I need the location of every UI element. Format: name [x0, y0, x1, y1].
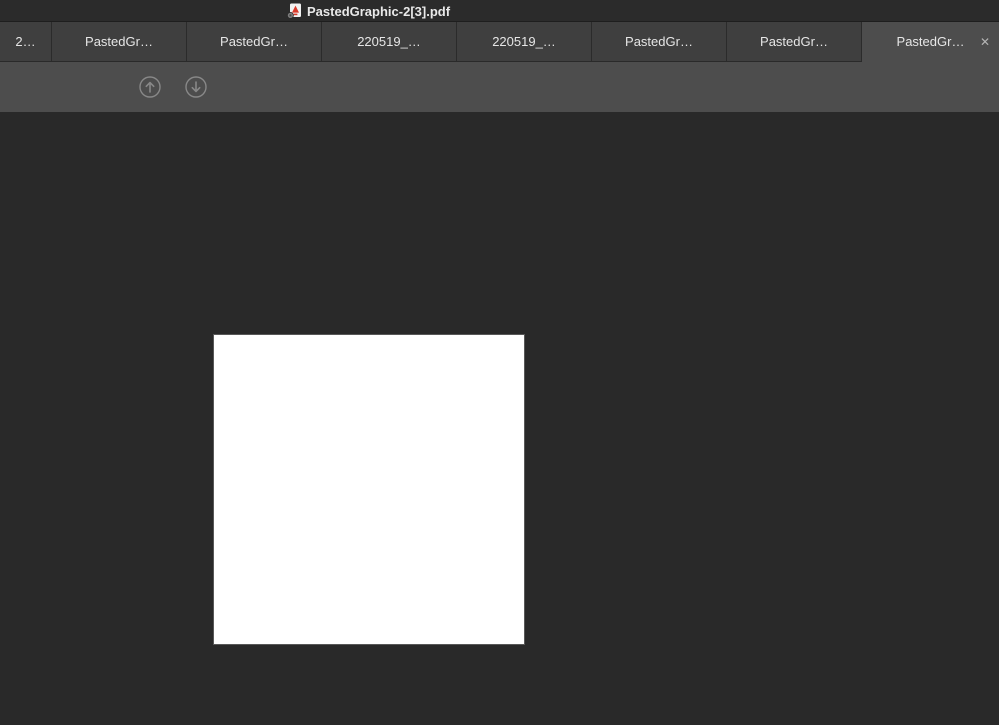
title-group: PastedGraphic-2[3].pdf: [287, 0, 450, 22]
tab-label: PastedGr…: [85, 34, 153, 49]
pdf-page: [213, 334, 525, 645]
tab-3[interactable]: 220519_…: [322, 22, 457, 62]
document-view: [0, 112, 999, 725]
tab-5[interactable]: PastedGr…: [592, 22, 727, 62]
tab-label: PastedGr…: [760, 34, 828, 49]
tab-label: 220519_…: [492, 34, 556, 49]
next-page-button[interactable]: [184, 75, 208, 99]
pdf-file-icon: [287, 3, 302, 19]
tab-label: PastedGr…: [896, 34, 965, 49]
tab-close-icon[interactable]: ✕: [980, 36, 990, 48]
title-bar: PastedGraphic-2[3].pdf: [0, 0, 999, 22]
pdf-viewer-window: PastedGraphic-2[3].pdf 2… PastedGr… Past…: [0, 0, 999, 725]
window-title: PastedGraphic-2[3].pdf: [307, 3, 451, 19]
tab-4[interactable]: 220519_…: [457, 22, 592, 62]
tab-7-active[interactable]: PastedGr… ✕: [862, 22, 999, 62]
toolbar: / 1: [0, 62, 999, 164]
tab-label: PastedGr…: [625, 34, 693, 49]
tab-1[interactable]: PastedGr…: [52, 22, 187, 62]
tab-label: 2…: [15, 34, 36, 49]
tab-6[interactable]: PastedGr…: [727, 22, 862, 62]
tab-bar: 2… PastedGr… PastedGr… 220519_… 220519_……: [0, 22, 999, 62]
tab-2[interactable]: PastedGr…: [187, 22, 322, 62]
tab-0[interactable]: 2…: [0, 22, 52, 62]
arrow-up-circle-icon: [138, 75, 162, 99]
tab-label: PastedGr…: [220, 34, 288, 49]
tab-label: 220519_…: [357, 34, 421, 49]
arrow-down-circle-icon: [184, 75, 208, 99]
previous-page-button[interactable]: [138, 75, 162, 99]
